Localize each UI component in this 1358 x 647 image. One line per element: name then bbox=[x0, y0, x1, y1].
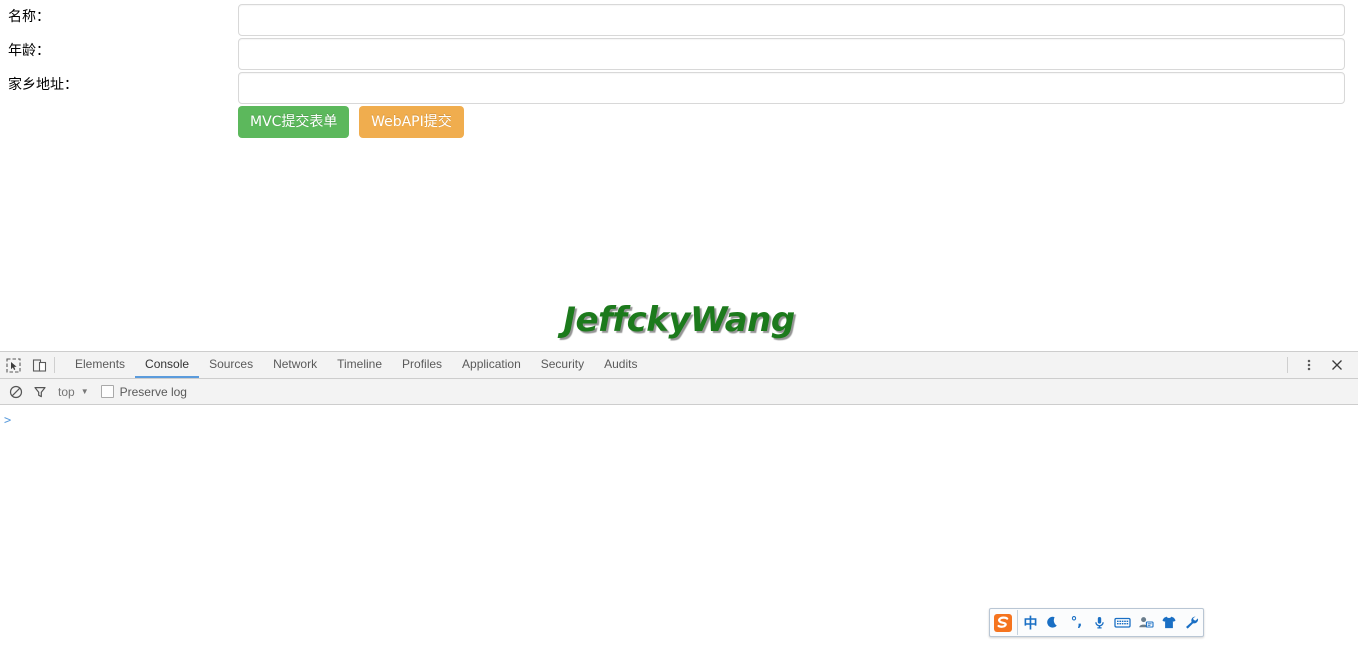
console-context-selector[interactable]: top ▼ bbox=[54, 385, 95, 399]
more-options-icon[interactable] bbox=[1298, 354, 1320, 376]
chevron-down-icon: ▼ bbox=[80, 387, 89, 396]
form-row-address: 家乡地址： bbox=[0, 70, 1358, 104]
filter-icon[interactable] bbox=[28, 381, 52, 403]
label-address: 家乡地址： bbox=[8, 77, 78, 93]
page-watermark: JeffckyWang bbox=[563, 300, 795, 340]
chinese-mode-icon[interactable]: 中 bbox=[1019, 609, 1042, 636]
webapi-submit-button[interactable]: WebAPI提交 bbox=[359, 106, 464, 138]
form-row-age: 年龄： bbox=[0, 36, 1358, 70]
sogou-input-toolbar: 中 °, bbox=[989, 608, 1204, 637]
skin-icon[interactable] bbox=[1157, 609, 1180, 636]
user-center-icon[interactable] bbox=[1134, 609, 1157, 636]
tab-network[interactable]: Network bbox=[263, 352, 327, 378]
clear-console-icon[interactable] bbox=[4, 381, 28, 403]
checkbox-box-icon bbox=[100, 385, 114, 398]
devtools-tab-list: Elements Console Sources Network Timelin… bbox=[65, 352, 647, 378]
label-name: 名称： bbox=[8, 9, 50, 25]
tab-security[interactable]: Security bbox=[531, 352, 594, 378]
right-divider bbox=[1287, 357, 1288, 373]
mvc-submit-button[interactable]: MVC提交表单 bbox=[238, 106, 350, 138]
age-input[interactable] bbox=[238, 38, 1345, 70]
tab-application[interactable]: Application bbox=[452, 352, 531, 378]
devtools-panel: Elements Console Sources Network Timelin… bbox=[0, 351, 1358, 647]
label-age: 年龄： bbox=[8, 43, 50, 59]
console-prompt-icon: > bbox=[4, 413, 12, 427]
close-icon[interactable] bbox=[1326, 354, 1348, 376]
chinese-mode-label: 中 bbox=[1023, 615, 1038, 632]
tab-profiles[interactable]: Profiles bbox=[392, 352, 452, 378]
devtools-right-actions bbox=[1287, 352, 1358, 378]
tab-audits[interactable]: Audits bbox=[594, 352, 647, 378]
form-row-name: 名称： bbox=[0, 2, 1358, 36]
tab-timeline[interactable]: Timeline bbox=[327, 352, 392, 378]
inspect-element-icon[interactable] bbox=[0, 352, 26, 378]
punctuation-label: °, bbox=[1070, 615, 1083, 630]
microphone-icon[interactable] bbox=[1088, 609, 1111, 636]
moon-mode-icon[interactable] bbox=[1042, 609, 1065, 636]
form-button-bar: MVC提交表单 WebAPI提交 bbox=[238, 106, 464, 138]
tab-sources[interactable]: Sources bbox=[199, 352, 263, 378]
address-input[interactable] bbox=[238, 72, 1345, 104]
device-toolbar-icon[interactable] bbox=[26, 352, 52, 378]
sogou-logo-icon[interactable] bbox=[990, 609, 1016, 636]
browser-page-content: 名称： 年龄： 家乡地址： MVC提交表单 WebAPI提交 JeffckyWa… bbox=[0, 0, 1358, 351]
soft-keyboard-icon[interactable] bbox=[1111, 609, 1134, 636]
name-input[interactable] bbox=[238, 4, 1345, 36]
devtools-tabbar: Elements Console Sources Network Timelin… bbox=[0, 352, 1358, 379]
tab-elements[interactable]: Elements bbox=[65, 352, 135, 378]
toolbox-icon[interactable] bbox=[1180, 609, 1203, 636]
punctuation-icon[interactable]: °, bbox=[1065, 609, 1088, 636]
toolbar-divider bbox=[54, 357, 55, 373]
tab-console[interactable]: Console bbox=[135, 352, 200, 378]
preserve-log-label: Preserve log bbox=[119, 384, 187, 399]
console-context-label: top bbox=[58, 384, 75, 399]
ime-divider bbox=[1017, 610, 1018, 635]
preserve-log-checkbox[interactable]: Preserve log bbox=[100, 384, 187, 399]
console-toolbar: top ▼ Preserve log bbox=[0, 379, 1358, 405]
